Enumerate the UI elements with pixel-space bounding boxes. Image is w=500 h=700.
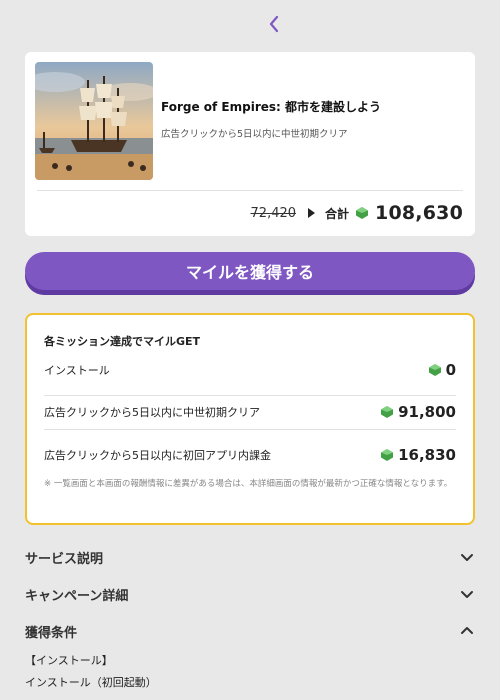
offer-title: Forge of Empires: 都市を建設しよう bbox=[161, 100, 382, 114]
get-miles-button[interactable]: マイルを獲得する bbox=[25, 252, 475, 290]
mission-value: 0 bbox=[428, 361, 456, 379]
offer-subtitle: 広告クリックから5日以内に中世初期クリア bbox=[161, 129, 348, 140]
total-label: 合計 bbox=[325, 206, 350, 221]
chevron-down-icon bbox=[461, 554, 473, 561]
offer-thumbnail bbox=[35, 62, 153, 180]
old-price: 72,420 bbox=[250, 205, 297, 221]
chevron-up-icon bbox=[461, 627, 473, 634]
accordion-service-description[interactable]: サービス説明 bbox=[25, 546, 475, 568]
gem-icon bbox=[381, 449, 394, 461]
accordion-title: サービス説明 bbox=[25, 551, 104, 567]
chevron-down-icon bbox=[461, 591, 473, 598]
sailing-ship-image bbox=[35, 62, 153, 180]
mission-points: 91,800 bbox=[398, 403, 456, 421]
price-summary: 72,420 合計 108,630 bbox=[251, 198, 463, 228]
mission-value: 16,830 bbox=[380, 446, 456, 464]
mission-row: 広告クリックから5日以内に中世初期クリア 91,800 bbox=[44, 395, 456, 430]
offer-card: Forge of Empires: 都市を建設しよう 広告クリックから5日以内に… bbox=[25, 52, 475, 236]
mission-label: インストール bbox=[44, 364, 110, 377]
accordion-title: キャンペーン詳細 bbox=[25, 588, 129, 604]
back-button[interactable] bbox=[262, 12, 286, 36]
mission-box: 各ミッション達成でマイルGET インストール 0 広告クリックから5日以内に中世… bbox=[25, 313, 475, 525]
mission-row: インストール 0 bbox=[44, 353, 456, 387]
gem-icon bbox=[356, 207, 369, 219]
card-divider bbox=[37, 190, 463, 191]
mission-row: 広告クリックから5日以内に初回アプリ内課金 16,830 bbox=[44, 438, 456, 472]
accordion-acquisition-conditions[interactable]: 獲得条件 bbox=[25, 620, 475, 642]
mission-label: 広告クリックから5日以内に中世初期クリア bbox=[44, 406, 260, 419]
chevron-left-icon bbox=[269, 15, 279, 33]
gem-icon bbox=[428, 364, 441, 376]
mission-header: 各ミッション達成でマイルGET bbox=[44, 335, 201, 348]
condition-text: インストール（初回起動） bbox=[25, 676, 157, 689]
mission-label: 広告クリックから5日以内に初回アプリ内課金 bbox=[44, 449, 271, 462]
condition-heading: 【インストール】 bbox=[25, 654, 113, 667]
row-divider bbox=[44, 395, 456, 396]
mission-value: 91,800 bbox=[380, 403, 456, 421]
mission-points: 0 bbox=[445, 361, 456, 379]
mission-note: ※ 一覧画面と本画面の報酬情報に差異がある場合は、本詳細画面の情報が最新かつ正確… bbox=[44, 479, 453, 489]
gem-icon bbox=[381, 406, 394, 418]
mission-points: 16,830 bbox=[398, 446, 456, 464]
accordion-campaign-details[interactable]: キャンペーン詳細 bbox=[25, 583, 475, 605]
total-value: 108,630 bbox=[375, 202, 463, 224]
accordion-title: 獲得条件 bbox=[25, 625, 78, 641]
triangle-right-icon bbox=[308, 208, 316, 218]
